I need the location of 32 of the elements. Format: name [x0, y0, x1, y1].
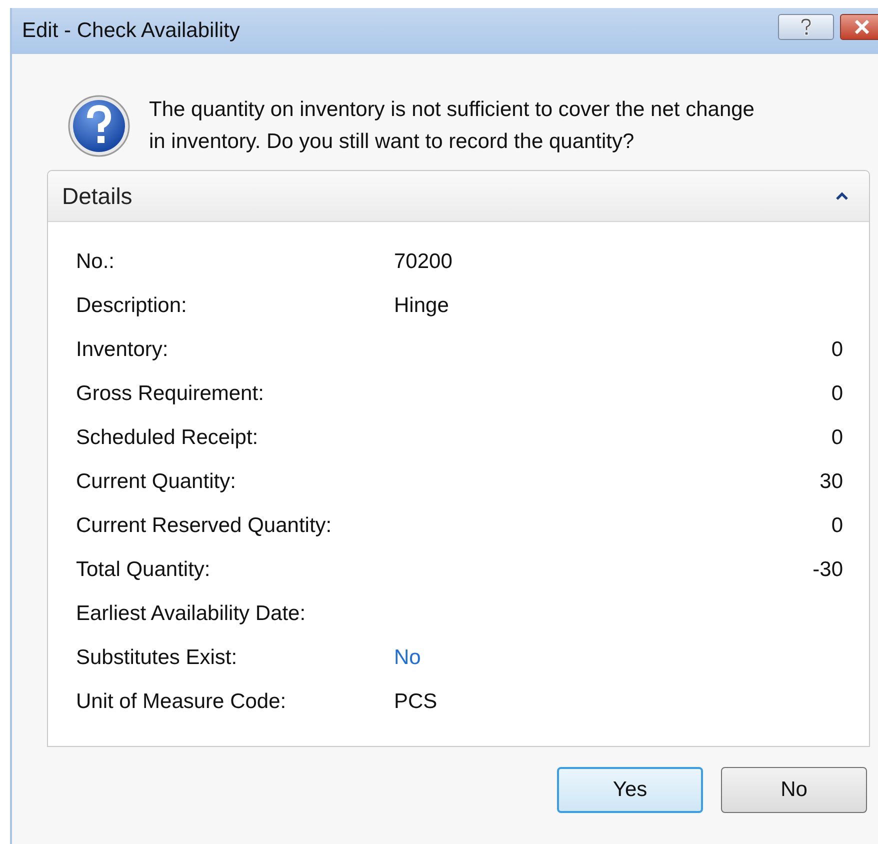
field-value: 0	[830, 338, 843, 362]
field-label: No.:	[76, 250, 116, 274]
field-value: 30	[818, 470, 843, 494]
question-icon	[67, 94, 131, 158]
dialog-button[interactable]: No	[721, 767, 867, 813]
field-value: Hinge	[394, 294, 450, 318]
field-label: Substitutes Exist:	[76, 646, 238, 670]
window-title: Edit - Check Availability	[22, 19, 240, 43]
field-label: Earliest Availability Date:	[76, 602, 307, 626]
help-button[interactable]	[778, 14, 834, 40]
field-value: 0	[830, 382, 843, 406]
field-label: Scheduled Receipt:	[76, 426, 260, 450]
field-label: Current Quantity:	[76, 470, 237, 494]
field-label: Current Reserved Quantity:	[76, 514, 333, 538]
close-icon	[854, 20, 870, 34]
field-value: PCS	[394, 690, 438, 714]
details-header[interactable]: Details	[48, 171, 869, 222]
field-label: Inventory:	[76, 338, 170, 362]
field-value: -30	[812, 558, 843, 582]
field-label: Gross Requirement:	[76, 382, 265, 406]
close-button[interactable]	[840, 14, 878, 40]
details-title: Details	[62, 182, 132, 210]
message-text: The quantity on inventory is not sufficient to cover the net change in inventory. Do you still want to record the quantity?	[149, 97, 756, 155]
dialog-button[interactable]: Yes	[557, 767, 703, 813]
field-label: Total Quantity:	[76, 558, 212, 582]
field-value: 0	[830, 426, 843, 450]
field-value: 70200	[394, 250, 454, 274]
field-label: Unit of Measure Code:	[76, 690, 288, 714]
field-label: Description:	[76, 294, 188, 318]
field-link[interactable]: No	[394, 646, 843, 670]
field-value: 0	[830, 514, 843, 538]
question-mark-icon	[799, 18, 813, 36]
